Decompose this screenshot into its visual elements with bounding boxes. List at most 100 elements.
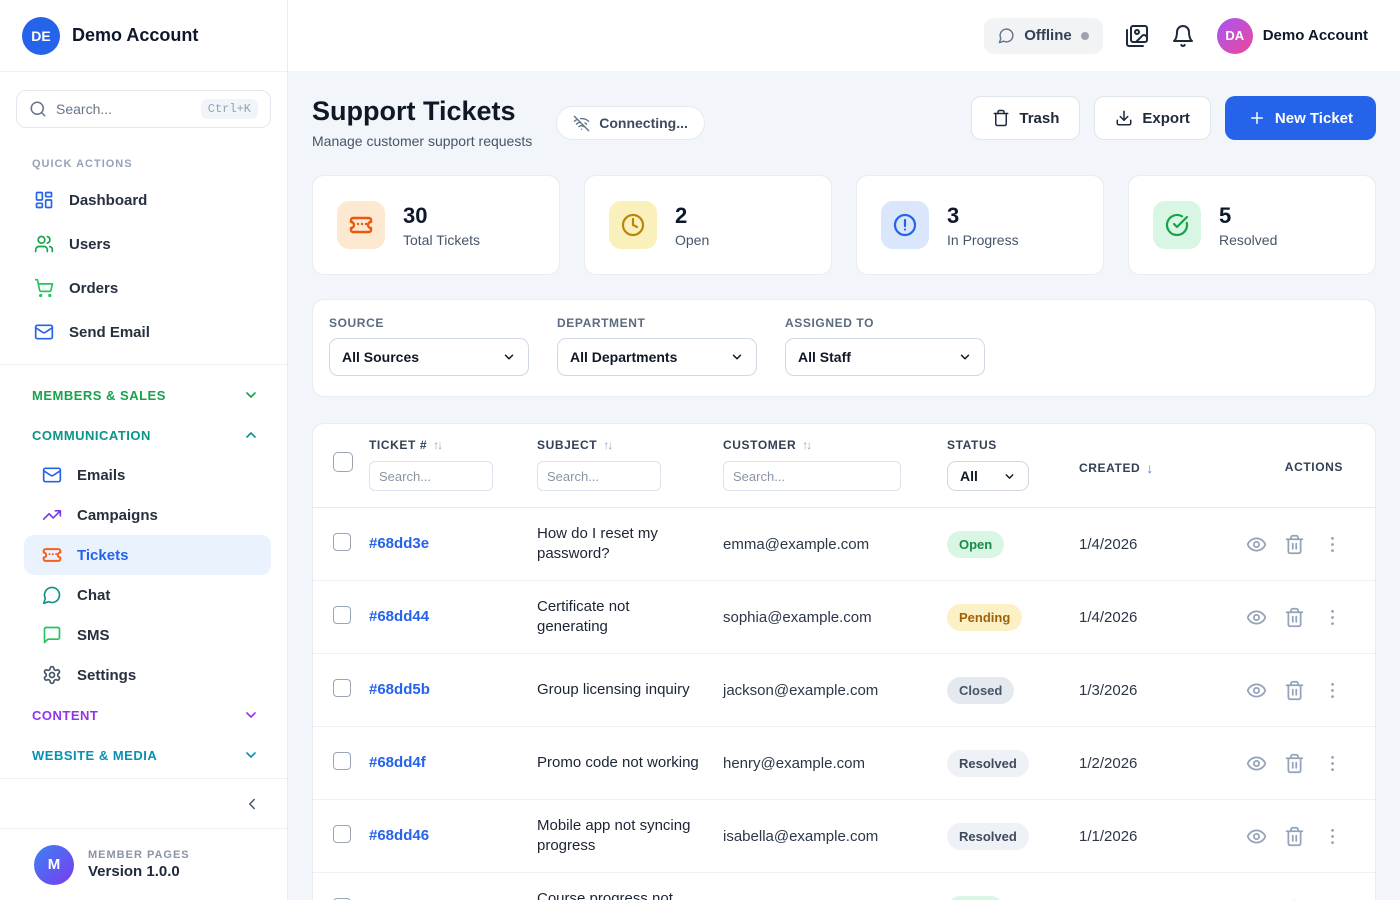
row-checkbox[interactable]: [333, 824, 351, 843]
sidebar-item-emails[interactable]: Emails: [24, 455, 271, 495]
sidebar-item-dashboard[interactable]: Dashboard: [0, 178, 287, 222]
offline-label: Offline: [1024, 27, 1072, 44]
app-version: Version 1.0.0: [88, 863, 180, 880]
more-options-icon[interactable]: [1322, 534, 1343, 555]
ticket-icon: [42, 548, 62, 562]
filters-panel: SOURCE All Sources DEPARTMENT All Depart…: [312, 299, 1376, 397]
sidebar-group-content[interactable]: CONTENT: [0, 695, 287, 735]
delete-icon[interactable]: [1284, 534, 1305, 555]
row-checkbox[interactable]: [333, 532, 351, 551]
search-input[interactable]: [56, 101, 192, 117]
page-title: Support Tickets: [312, 96, 516, 126]
ticket-id-link[interactable]: #68dd44: [369, 608, 429, 625]
sidebar: DE Demo Account Ctrl+K QUICK ACTIONS Das…: [0, 0, 288, 900]
sort-icon[interactable]: ↑↓: [433, 438, 443, 452]
divider: [0, 364, 287, 365]
sidebar-item-chat[interactable]: Chat: [24, 575, 271, 615]
trending-up-icon: [42, 510, 62, 520]
sort-desc-icon[interactable]: ↓: [1146, 460, 1154, 476]
new-ticket-button[interactable]: New Ticket: [1224, 96, 1376, 140]
status-filter-select[interactable]: All: [947, 461, 1029, 491]
sidebar-item-sms[interactable]: SMS: [24, 615, 271, 655]
column-header-actions: ACTIONS: [1284, 460, 1343, 474]
ticket-id-link[interactable]: #68dd46: [369, 827, 429, 844]
stat-label: Resolved: [1219, 231, 1278, 248]
ticket-id-link[interactable]: #68dd3e: [369, 535, 429, 552]
ticket-id-link[interactable]: #68dd5b: [369, 681, 430, 698]
more-options-icon[interactable]: [1322, 680, 1343, 701]
delete-icon[interactable]: [1284, 680, 1305, 701]
stat-tile: [609, 201, 657, 249]
stat-value: 30: [403, 202, 428, 228]
row-checkbox[interactable]: [333, 605, 351, 624]
assigned-to-select[interactable]: All Staff: [785, 338, 985, 376]
connection-status-pill[interactable]: Offline: [984, 17, 1103, 54]
sidebar-logo-row[interactable]: DE Demo Account: [0, 0, 287, 72]
chevron-down-icon: [732, 354, 742, 360]
export-button[interactable]: Export: [1094, 96, 1211, 140]
delete-icon[interactable]: [1284, 607, 1305, 628]
sidebar-item-send-email[interactable]: Send Email: [0, 310, 287, 354]
ticket-subject: How do I reset my password?: [537, 524, 658, 562]
select-all-checkbox[interactable]: [333, 452, 353, 472]
sidebar-group-members-sales[interactable]: MEMBERS & SALES: [0, 375, 287, 415]
row-checkbox[interactable]: [333, 678, 351, 697]
more-options-icon[interactable]: [1322, 607, 1343, 628]
view-icon[interactable]: [1246, 534, 1267, 555]
connecting-badge[interactable]: Connecting...: [556, 106, 705, 140]
view-icon[interactable]: [1246, 826, 1267, 847]
ticket-id-link[interactable]: #68dd4f: [369, 754, 426, 771]
status-badge: Open: [947, 530, 1005, 558]
wifi-off-icon: [573, 115, 590, 131]
sidebar-group-website-media[interactable]: WEBSITE & MEDIA: [0, 735, 287, 775]
delete-icon[interactable]: [1284, 753, 1305, 774]
trash-button[interactable]: Trash: [971, 96, 1081, 140]
delete-icon[interactable]: [1284, 826, 1305, 847]
bell-icon[interactable]: [1171, 24, 1195, 48]
more-options-icon[interactable]: [1322, 826, 1343, 847]
table-row: #68dd5b Group licensing inquiry jackson@…: [313, 654, 1375, 727]
stat-card-in-progress: 3 In Progress: [856, 175, 1104, 275]
account-logo: DE: [22, 16, 60, 55]
ticket-customer: henry@example.com: [723, 754, 865, 772]
sidebar-search[interactable]: Ctrl+K: [16, 90, 271, 128]
images-icon[interactable]: [1125, 24, 1149, 48]
account-menu[interactable]: DA Demo Account: [1216, 17, 1368, 54]
source-select[interactable]: All Sources: [329, 338, 529, 376]
status-filter-value: All: [960, 468, 978, 484]
more-options-icon[interactable]: [1322, 753, 1343, 774]
download-icon: [1116, 110, 1132, 126]
shopping-cart-icon: [34, 278, 54, 298]
sidebar-item-orders[interactable]: Orders: [0, 266, 287, 310]
department-select[interactable]: All Departments: [557, 338, 757, 376]
sort-icon[interactable]: ↑↓: [802, 438, 812, 452]
sidebar-item-label: Campaigns: [77, 506, 158, 524]
page-content: Support Tickets Manage customer support …: [288, 72, 1400, 900]
view-icon[interactable]: [1246, 607, 1267, 628]
sidebar-item-settings[interactable]: Settings: [24, 655, 271, 695]
account-title: Demo Account: [72, 25, 199, 45]
sort-icon[interactable]: ↑↓: [603, 438, 613, 452]
sidebar-group-communication[interactable]: COMMUNICATION: [0, 415, 287, 455]
chevron-down-icon: [246, 712, 256, 718]
sidebar-item-tickets[interactable]: Tickets: [24, 535, 271, 575]
status-badge: Resolved: [947, 822, 1029, 850]
ticket-search-input[interactable]: [369, 461, 493, 491]
main-area: Offline DA Demo Account Support Tickets …: [288, 0, 1400, 900]
chevron-left-icon[interactable]: [243, 795, 261, 813]
assigned-to-filter-label: ASSIGNED TO: [785, 316, 875, 330]
view-icon[interactable]: [1246, 753, 1267, 774]
row-checkbox[interactable]: [333, 751, 351, 770]
stat-value: 3: [947, 202, 960, 228]
table-row: #68dd54 Course progress not updating at …: [313, 873, 1375, 900]
chat-bubble-icon: [998, 28, 1014, 44]
subject-search-input[interactable]: [537, 461, 661, 491]
stat-tile: [1153, 201, 1201, 249]
sidebar-item-campaigns[interactable]: Campaigns: [24, 495, 271, 535]
stat-tile: [881, 201, 929, 249]
member-pages-avatar: M: [34, 844, 74, 885]
customer-search-input[interactable]: [723, 461, 901, 491]
trash-icon: [993, 109, 1009, 127]
sidebar-item-users[interactable]: Users: [0, 222, 287, 266]
view-icon[interactable]: [1246, 680, 1267, 701]
